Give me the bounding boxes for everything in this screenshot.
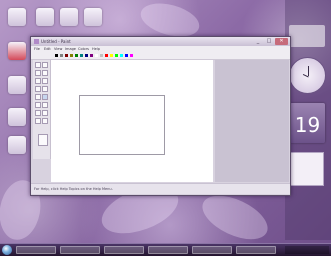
taskbar-button[interactable] (148, 246, 188, 254)
line-tool[interactable] (35, 102, 41, 108)
wallpaper-flower (195, 186, 275, 249)
tool-options[interactable] (38, 134, 48, 146)
fill-tool[interactable] (42, 70, 48, 76)
rectangle-tool[interactable] (35, 110, 41, 116)
notes-gadget[interactable] (288, 152, 324, 186)
title-bar[interactable]: Untitled - Paint _ □ ✕ (31, 37, 290, 46)
color-swatch[interactable] (125, 54, 128, 57)
tool-box (33, 60, 51, 159)
status-bar: For Help, click Help Topics on the Help … (31, 183, 290, 194)
status-text: For Help, click Help Topics on the Help … (34, 187, 113, 191)
color-swatch[interactable] (65, 54, 68, 57)
window-title: Untitled - Paint (41, 39, 71, 44)
taskbar-button[interactable] (60, 246, 100, 254)
slideshow-gadget[interactable] (289, 25, 325, 47)
color-swatch[interactable] (70, 54, 73, 57)
color-swatch[interactable] (80, 54, 83, 57)
color-swatch[interactable] (75, 54, 78, 57)
paint-app-icon (34, 39, 39, 44)
brush-tool[interactable] (42, 86, 48, 92)
color-swatch[interactable] (100, 54, 103, 57)
calendar-gadget[interactable]: 19 (290, 103, 325, 143)
ellipse-tool[interactable] (35, 118, 41, 124)
desktop-icon[interactable] (8, 42, 26, 60)
color-swatch[interactable] (110, 54, 113, 57)
free-select-tool[interactable] (35, 62, 41, 68)
color-picker-tool[interactable] (35, 78, 41, 84)
drawing-canvas[interactable] (51, 60, 213, 182)
eraser-tool[interactable] (35, 70, 41, 76)
calendar-day: 19 (294, 113, 321, 137)
taskbar-button[interactable] (192, 246, 232, 254)
color-swatch[interactable] (55, 54, 58, 57)
color-swatch[interactable] (90, 54, 93, 57)
color-swatch[interactable] (105, 54, 108, 57)
desktop-icon[interactable] (84, 8, 102, 26)
desktop-icon[interactable] (8, 108, 26, 126)
windows-orb-icon[interactable] (2, 245, 12, 255)
text-selection-box[interactable] (79, 95, 165, 155)
maximize-button[interactable]: □ (264, 38, 274, 45)
rounded-rect-tool[interactable] (42, 118, 48, 124)
clock-minute-hand (308, 66, 309, 76)
system-tray (285, 246, 329, 254)
pencil-tool[interactable] (35, 86, 41, 92)
text-tool[interactable] (42, 94, 48, 100)
close-button[interactable]: ✕ (275, 38, 288, 45)
color-swatch[interactable] (85, 54, 88, 57)
taskbar-button[interactable] (236, 246, 276, 254)
color-swatch[interactable] (120, 54, 123, 57)
color-swatch[interactable] (60, 54, 63, 57)
minimize-button[interactable]: _ (253, 38, 263, 45)
color-swatch[interactable] (130, 54, 133, 57)
polygon-tool[interactable] (42, 110, 48, 116)
taskbar-button[interactable] (16, 246, 56, 254)
desktop-icon[interactable] (8, 136, 26, 154)
airbrush-tool[interactable] (35, 94, 41, 100)
desktop-icon[interactable] (36, 8, 54, 26)
desktop-icon[interactable] (8, 8, 26, 26)
taskbar (0, 243, 331, 256)
desktop-icon[interactable] (8, 76, 26, 94)
taskbar-button[interactable] (104, 246, 144, 254)
magnifier-tool[interactable] (42, 78, 48, 84)
canvas-background (215, 60, 289, 182)
desktop-icon[interactable] (60, 8, 78, 26)
color-palette (31, 52, 290, 60)
color-swatch[interactable] (95, 54, 98, 57)
clock-gadget[interactable] (289, 57, 326, 94)
paint-window[interactable]: Untitled - Paint _ □ ✕ File Edit View Im… (30, 36, 291, 196)
select-tool[interactable] (42, 62, 48, 68)
color-swatch[interactable] (115, 54, 118, 57)
curve-tool[interactable] (42, 102, 48, 108)
